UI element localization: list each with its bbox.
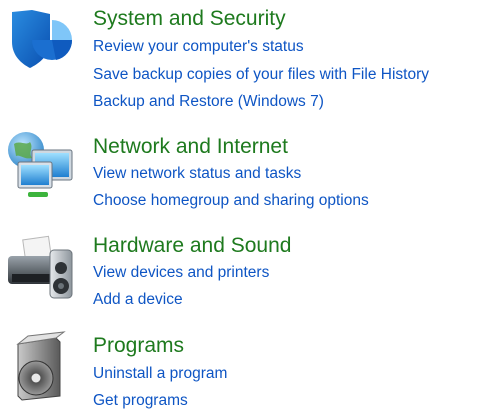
category-title[interactable]: System and Security bbox=[93, 7, 286, 31]
link-review-status[interactable]: Review your computer's status bbox=[93, 37, 304, 57]
category-programs: Programs Uninstall a program Get program… bbox=[0, 328, 479, 411]
link-devices-printers[interactable]: View devices and printers bbox=[93, 263, 269, 283]
category-title[interactable]: Programs bbox=[93, 334, 184, 358]
link-file-history[interactable]: Save backup copies of your files with Fi… bbox=[93, 65, 429, 85]
category-title[interactable]: Hardware and Sound bbox=[93, 234, 291, 258]
shield-icon bbox=[12, 10, 73, 68]
category-hardware-sound: Hardware and Sound View devices and prin… bbox=[0, 228, 479, 318]
programs-icon bbox=[16, 331, 66, 401]
link-add-device[interactable]: Add a device bbox=[93, 290, 183, 310]
category-system-security: System and Security Review your computer… bbox=[0, 0, 479, 115]
link-network-status[interactable]: View network status and tasks bbox=[93, 164, 301, 184]
link-backup-restore[interactable]: Backup and Restore (Windows 7) bbox=[93, 92, 324, 112]
link-homegroup-sharing[interactable]: Choose homegroup and sharing options bbox=[93, 191, 369, 211]
link-uninstall-program[interactable]: Uninstall a program bbox=[93, 364, 227, 384]
category-title[interactable]: Network and Internet bbox=[93, 135, 288, 159]
category-network-internet: Network and Internet View network status… bbox=[0, 128, 479, 223]
network-icon bbox=[8, 132, 73, 197]
link-get-programs[interactable]: Get programs bbox=[93, 391, 188, 411]
printer-icon bbox=[8, 235, 73, 299]
